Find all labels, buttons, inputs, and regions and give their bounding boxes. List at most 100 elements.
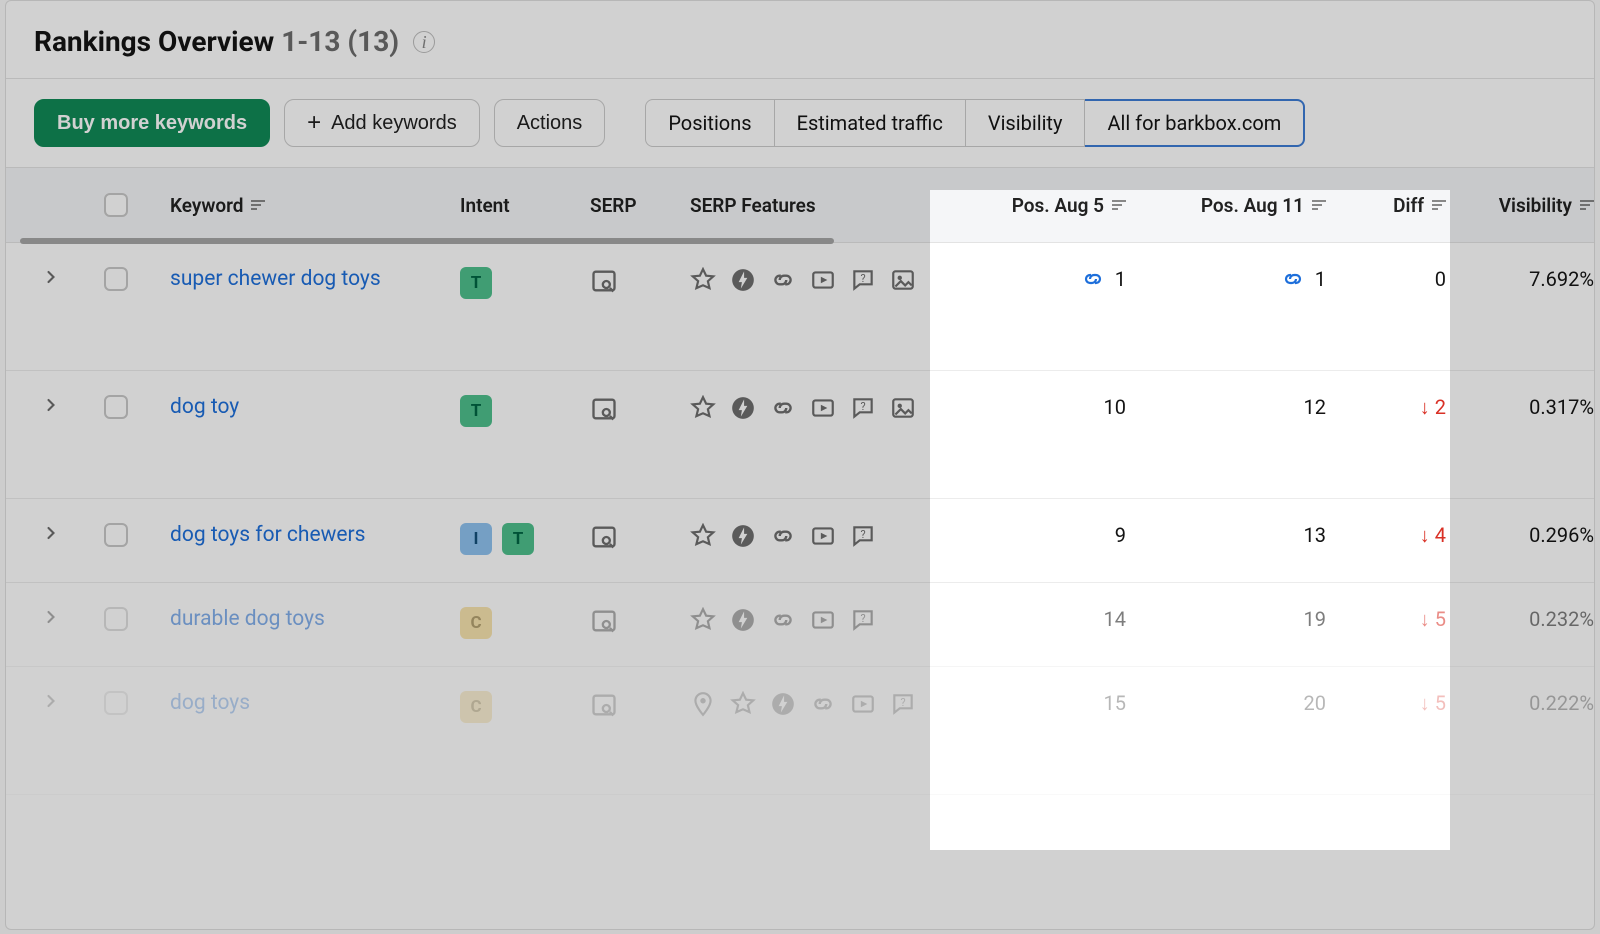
col-pos-b-label: Pos. Aug 11 <box>1201 194 1304 217</box>
amp-feature-icon <box>770 691 796 717</box>
actions-button[interactable]: Actions <box>494 99 606 147</box>
intent-cell: C <box>452 607 582 639</box>
col-visibility[interactable]: Visibility <box>1454 194 1600 217</box>
position-value: 14 <box>1104 607 1126 631</box>
position-value: 19 <box>1304 607 1326 631</box>
keyword-link[interactable]: super chewer dog toys <box>170 267 381 291</box>
star-feature-icon <box>730 691 756 717</box>
amp-feature-icon <box>730 607 756 633</box>
features-cell <box>682 523 934 549</box>
serp-cell[interactable] <box>582 523 682 551</box>
serp-snapshot-icon[interactable] <box>590 523 618 551</box>
buy-keywords-button[interactable]: Buy more keywords <box>34 99 270 147</box>
serp-cell[interactable] <box>582 395 682 423</box>
position-value: 1 <box>1115 267 1126 291</box>
video-feature-icon <box>810 395 836 421</box>
col-visibility-label: Visibility <box>1499 194 1572 217</box>
serp-cell[interactable] <box>582 691 682 719</box>
diff-value: ↓ 4 <box>1420 523 1446 548</box>
serp-snapshot-icon[interactable] <box>590 691 618 719</box>
expand-row-toggle[interactable] <box>6 523 96 543</box>
actions-label: Actions <box>517 112 583 135</box>
serp-cell[interactable] <box>582 267 682 295</box>
serp-snapshot-icon[interactable] <box>590 607 618 635</box>
row-checkbox[interactable] <box>104 395 128 419</box>
toolbar: Buy more keywords + Add keywords Actions… <box>6 79 1594 167</box>
col-pos-b[interactable]: Pos. Aug 11 <box>1134 194 1334 217</box>
info-icon[interactable]: i <box>413 31 435 53</box>
star-feature-icon <box>690 395 716 421</box>
position-value: 10 <box>1104 395 1126 419</box>
row-checkbox[interactable] <box>104 267 128 291</box>
segment-allfor[interactable]: All for barkbox.com <box>1085 99 1305 147</box>
amp-feature-icon <box>730 395 756 421</box>
col-pos-a[interactable]: Pos. Aug 5 <box>934 194 1134 217</box>
intent-badge-T: T <box>502 523 534 555</box>
diff-value: ↓ 5 <box>1420 691 1446 716</box>
segment-visibility[interactable]: Visibility <box>966 99 1086 147</box>
col-diff-label: Diff <box>1393 194 1424 217</box>
video-feature-icon <box>810 523 836 549</box>
visibility-cell: 0.222% <box>1454 691 1600 715</box>
select-all-checkbox[interactable] <box>104 193 128 217</box>
add-keywords-label: Add keywords <box>331 112 457 135</box>
diff-cell: ↓ 5 <box>1334 691 1454 716</box>
amp-feature-icon <box>730 267 756 293</box>
visibility-cell: 0.317% <box>1454 395 1600 419</box>
col-serp[interactable]: SERP <box>582 194 682 217</box>
col-serp-label: SERP <box>590 194 637 217</box>
amp-feature-icon <box>730 523 756 549</box>
expand-row-toggle[interactable] <box>6 607 96 627</box>
faq-feature-icon <box>850 267 876 293</box>
diff-cell: ↓ 5 <box>1334 607 1454 632</box>
sort-icon <box>1112 200 1126 210</box>
position-value: 9 <box>1115 523 1126 547</box>
visibility-cell: 0.232% <box>1454 607 1600 631</box>
col-keyword[interactable]: Keyword <box>162 194 452 217</box>
sitelink-icon <box>1081 267 1105 291</box>
position-value: 15 <box>1104 691 1126 715</box>
keyword-link[interactable]: dog toys for chewers <box>170 523 365 547</box>
row-checkbox[interactable] <box>104 523 128 547</box>
row-checkbox[interactable] <box>104 691 128 715</box>
serp-snapshot-icon[interactable] <box>590 267 618 295</box>
sitelink-icon <box>1281 267 1305 291</box>
expand-row-toggle[interactable] <box>6 395 96 415</box>
buy-keywords-label: Buy more keywords <box>57 112 247 135</box>
sort-icon <box>1580 200 1594 210</box>
intent-badge-T: T <box>460 267 492 299</box>
table-row: super chewer dog toys T 1 1 0 7.692% <box>6 243 1594 371</box>
pos-b-cell: 19 <box>1134 607 1334 631</box>
add-keywords-button[interactable]: + Add keywords <box>284 99 480 147</box>
expand-row-toggle[interactable] <box>6 267 96 287</box>
segment-traffic[interactable]: Estimated traffic <box>775 99 966 147</box>
serp-snapshot-icon[interactable] <box>590 395 618 423</box>
link-feature-icon <box>810 691 836 717</box>
diff-cell: ↓ 4 <box>1334 523 1454 548</box>
col-intent[interactable]: Intent <box>452 194 582 217</box>
col-diff[interactable]: Diff <box>1334 194 1454 217</box>
expand-row-toggle[interactable] <box>6 691 96 711</box>
features-cell <box>682 267 934 293</box>
sort-icon <box>251 200 265 210</box>
keyword-link[interactable]: dog toy <box>170 395 239 419</box>
serp-cell[interactable] <box>582 607 682 635</box>
diff-value: ↓ 2 <box>1420 395 1446 420</box>
rankings-table: Keyword Intent SERP SERP Features Pos. A… <box>6 167 1594 795</box>
pos-b-cell: 13 <box>1134 523 1334 547</box>
star-feature-icon <box>690 607 716 633</box>
pos-a-cell: 9 <box>934 523 1134 547</box>
row-checkbox[interactable] <box>104 607 128 631</box>
table-row: dog toys C 15 20 ↓ 5 0.222% <box>6 667 1594 795</box>
segment-positions[interactable]: Positions <box>645 99 774 147</box>
image-feature-icon <box>890 395 916 421</box>
col-features[interactable]: SERP Features <box>682 194 934 217</box>
intent-cell: T <box>452 395 582 427</box>
position-value: 20 <box>1304 691 1326 715</box>
sort-icon <box>1432 200 1446 210</box>
star-feature-icon <box>690 523 716 549</box>
keyword-link[interactable]: durable dog toys <box>170 607 325 631</box>
keyword-link[interactable]: dog toys <box>170 691 250 715</box>
horizontal-scrollbar[interactable] <box>20 238 834 244</box>
title-range: 1-13 (13) <box>281 25 399 58</box>
